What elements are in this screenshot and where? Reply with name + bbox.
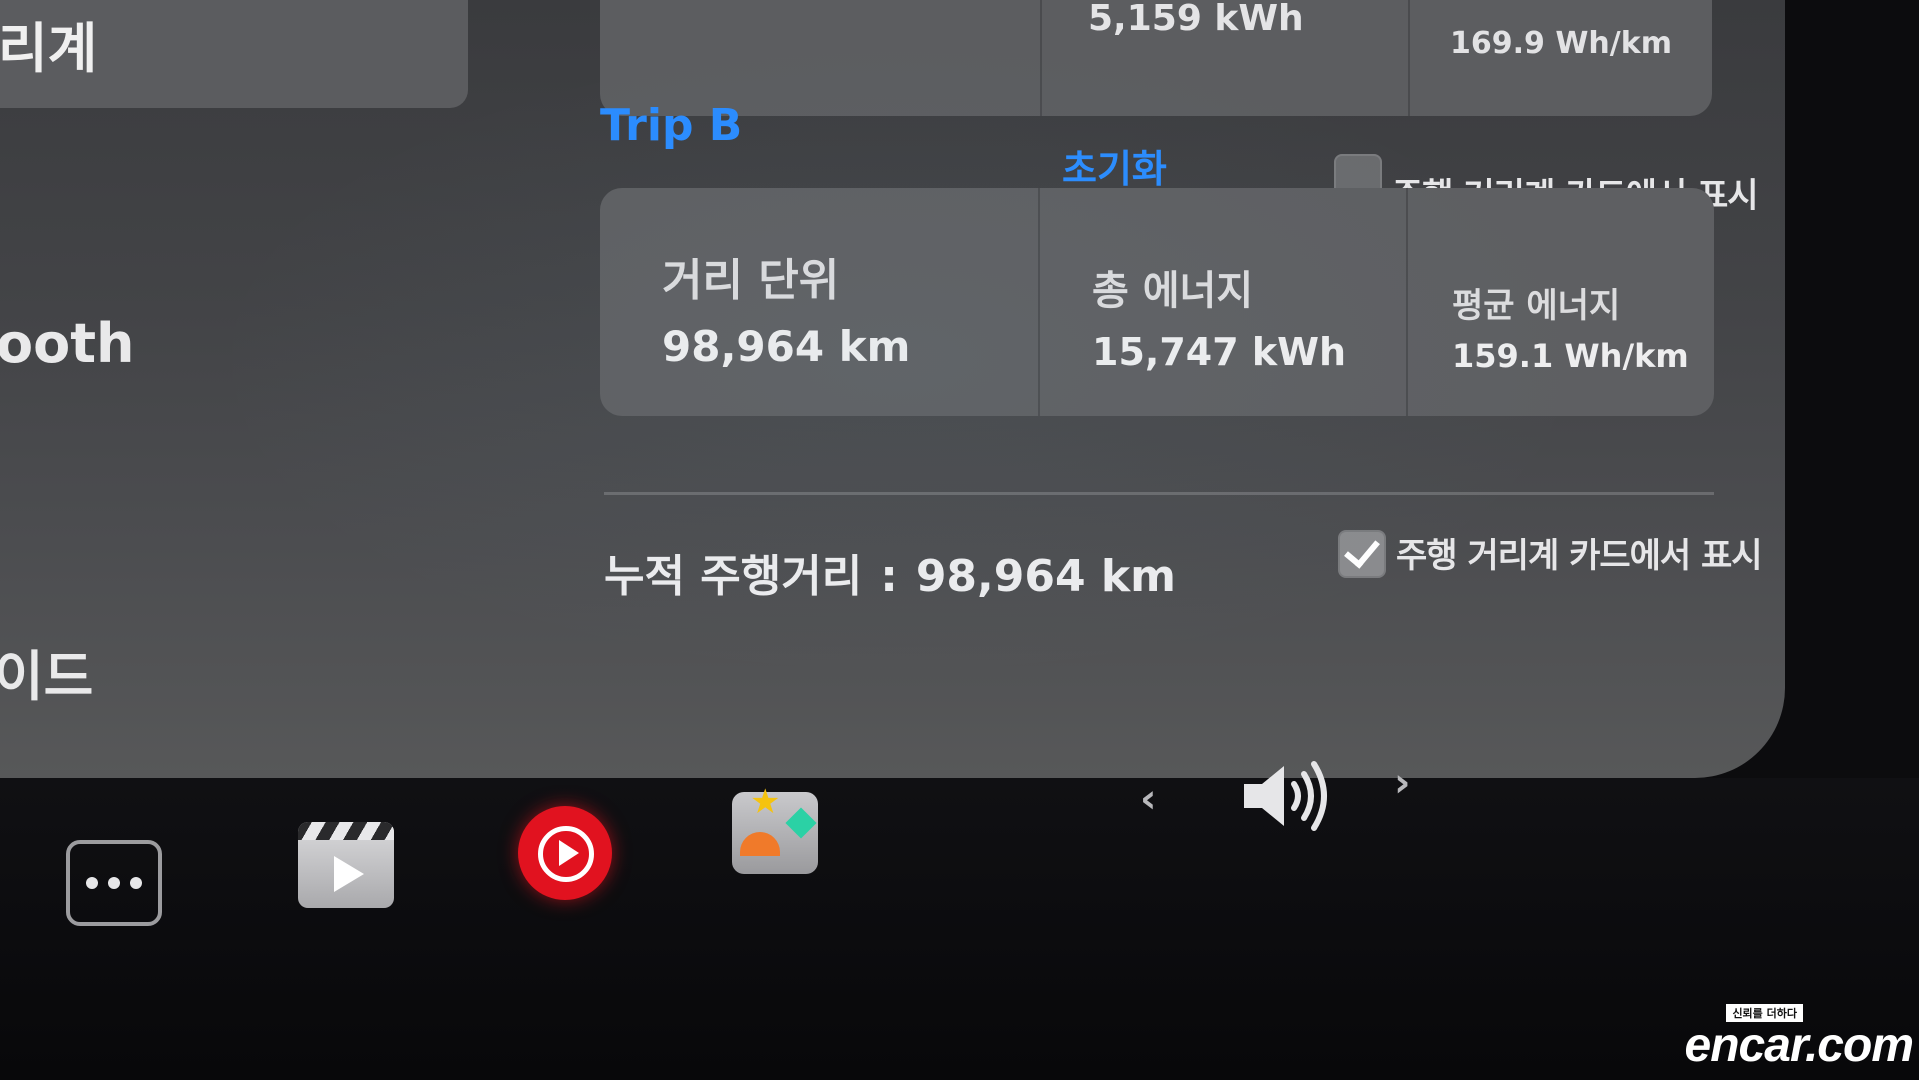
sidebar-item-bluetooth[interactable]: ooth — [0, 312, 134, 375]
sidebar-item-label: 리계 — [0, 17, 98, 80]
trip-a-avg-value: 169.9 Wh/km — [1450, 26, 1672, 61]
odometer-show-label[interactable]: 주행 거리계 카드에서 표시 — [1396, 528, 1763, 577]
odometer-separator: : — [880, 551, 898, 602]
chevron-left-icon[interactable]: ‹ — [1140, 776, 1156, 822]
theater-icon[interactable] — [298, 822, 394, 908]
more-apps-icon[interactable] — [66, 840, 162, 926]
avg-energy-label: 평균 에너지 — [1452, 286, 1621, 326]
speaker-volume-icon[interactable] — [1240, 756, 1330, 836]
energy-value: 15,747 kWh — [1092, 330, 1347, 374]
odometer-label: 누적 주행거리 — [604, 551, 863, 602]
energy-label: 총 에너지 — [1092, 268, 1254, 314]
touchscreen: 리계 ooth 이드 5,159 kWh 169.9 Wh/km Trip B … — [0, 0, 1785, 778]
divider — [604, 492, 1714, 495]
trip-b-reset-button[interactable]: 초기화 — [1062, 138, 1167, 193]
trip-b-title: Trip B — [600, 100, 743, 151]
avg-energy-value: 159.1 Wh/km — [1452, 337, 1689, 375]
odometer-value: 98,964 km — [915, 551, 1177, 602]
distance-cell: 거리 단위 98,964 km — [662, 244, 910, 371]
watermark: 신뢰를 더하다 encar.com — [1684, 1002, 1914, 1072]
odometer-show-checkbox[interactable] — [1338, 530, 1386, 578]
distance-label: 거리 단위 — [662, 255, 840, 306]
distance-value: 98,964 km — [662, 322, 911, 371]
dock — [0, 778, 1919, 1080]
sidebar-item-trips[interactable]: 리계 — [0, 0, 468, 108]
chevron-right-icon[interactable]: › — [1394, 760, 1410, 806]
trip-a-card: 5,159 kWh 169.9 Wh/km — [600, 0, 1712, 116]
watermark-logo: encar.com — [1684, 1019, 1914, 1072]
sidebar-item-mode[interactable]: 이드 — [0, 632, 93, 711]
trip-a-energy-value: 5,159 kWh — [1088, 0, 1304, 39]
avg-energy-cell: 평균 에너지 159.1 Wh/km — [1452, 278, 1689, 375]
toybox-icon[interactable]: ★ — [732, 782, 818, 874]
trip-b-card: 거리 단위 98,964 km 총 에너지 15,747 kWh 평균 에너지 … — [600, 188, 1714, 416]
odometer-row: 누적 주행거리:98,964 km — [604, 540, 1176, 604]
youtube-music-icon[interactable] — [518, 806, 612, 900]
energy-cell: 총 에너지 15,747 kWh — [1092, 258, 1346, 374]
